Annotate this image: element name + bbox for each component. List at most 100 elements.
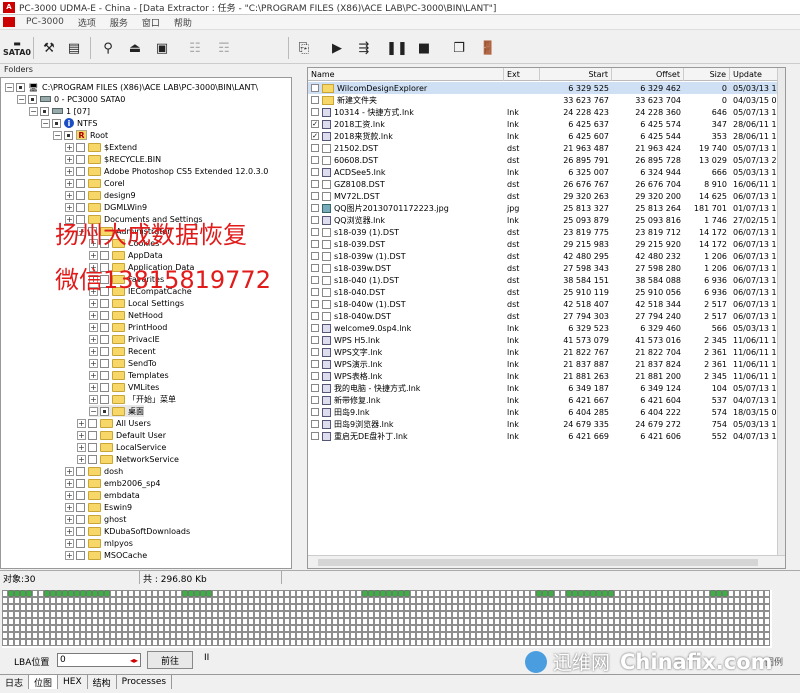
file-row[interactable]: WPS演示.lnk lnk 21 837 887 21 837 824 2 361 11/…	[308, 358, 778, 370]
tab-processes[interactable]: Processes	[117, 675, 173, 689]
lba-spin-icon[interactable]: ◂▸	[130, 656, 138, 665]
expand-toggle-icon[interactable]: +	[65, 490, 74, 500]
file-row[interactable]: QQ浏览器.lnk lnk 25 093 879 25 093 816 1 746 27/…	[308, 214, 778, 226]
file-checkbox[interactable]	[311, 384, 319, 392]
menu-item-pc3000[interactable]: PC-3000	[19, 17, 71, 27]
expand-toggle-icon[interactable]: +	[65, 538, 74, 548]
tree-checkbox[interactable]	[52, 118, 61, 128]
file-row[interactable]: ACDSee5.lnk lnk 6 325 007 6 324 944 666 05/03…	[308, 166, 778, 178]
expand-toggle-icon[interactable]: +	[89, 322, 98, 332]
file-row[interactable]: 60608.DST dst 26 895 791 26 895 728 13 029 05…	[308, 154, 778, 166]
file-row[interactable]: GZ8108.DST dst 26 676 767 26 676 704 8 910 16…	[308, 178, 778, 190]
tree-node[interactable]: + Corel	[65, 177, 125, 189]
tree-node[interactable]: + Eswin9	[65, 501, 132, 513]
expand-toggle-icon[interactable]: +	[65, 142, 74, 152]
tree-node[interactable]: + LocalService	[77, 441, 166, 453]
tree-node[interactable]: + SendTo	[89, 357, 157, 369]
lba-input[interactable]: 0 ◂▸	[57, 653, 141, 667]
file-checkbox[interactable]	[311, 204, 319, 212]
file-checkbox[interactable]	[311, 336, 319, 344]
tree-checkbox[interactable]	[100, 322, 109, 332]
folder-tree[interactable]: − 🖥 C:\PROGRAM FILES (X86)\ACE LAB\PC-3000…	[0, 77, 292, 569]
tree-checkbox[interactable]	[100, 298, 109, 308]
file-checkbox[interactable]	[311, 108, 319, 116]
column-update[interactable]: Update	[730, 68, 778, 81]
file-row[interactable]: QQ图片20130701172223.jpg jpg 25 813 327 25 81…	[308, 202, 778, 214]
tools-icon[interactable]: ⚒	[37, 36, 61, 60]
expand-toggle-icon[interactable]: +	[65, 166, 74, 176]
file-row[interactable]: 10314 - 快捷方式.lnk lnk 24 228 423 24 228 360 6…	[308, 106, 778, 118]
file-checkbox[interactable]	[311, 420, 319, 428]
file-checkbox[interactable]	[311, 348, 319, 356]
tree-node[interactable]: −1 [07]	[29, 105, 90, 117]
expand-toggle-icon[interactable]: +	[89, 310, 98, 320]
tree-node[interactable]: + $Extend	[65, 141, 137, 153]
file-row[interactable]: 田岛9.lnk lnk 6 404 285 6 404 222 574 18/03/15 …	[308, 406, 778, 418]
tree-checkbox[interactable]	[28, 94, 37, 104]
column-ext[interactable]: Ext	[504, 68, 540, 81]
tree-node[interactable]: + PrivacIE	[89, 333, 160, 345]
file-checkbox[interactable]	[311, 288, 319, 296]
file-checkbox[interactable]	[311, 240, 319, 248]
file-list[interactable]: Name Ext Start Offset Size Update Wilcom…	[307, 67, 786, 569]
file-row[interactable]: s18-039w.DST dst 27 598 343 27 598 280 1 206…	[308, 262, 778, 274]
file-checkbox[interactable]	[311, 300, 319, 308]
tree-checkbox[interactable]	[76, 202, 85, 212]
file-checkbox[interactable]	[311, 252, 319, 260]
file-row[interactable]: 我的电脑 - 快捷方式.lnk lnk 6 349 187 6 349 124 104 0…	[308, 382, 778, 394]
tree-checkbox[interactable]	[76, 178, 85, 188]
file-row[interactable]: s18-039 (1).DST dst 23 819 775 23 819 712 14…	[308, 226, 778, 238]
tree-checkbox[interactable]	[76, 166, 85, 176]
tree-checkbox[interactable]	[100, 406, 109, 416]
expand-toggle-icon[interactable]: +	[77, 442, 86, 452]
file-checkbox[interactable]	[311, 372, 319, 380]
tree-node[interactable]: + ghost	[65, 513, 126, 525]
tree-checkbox[interactable]	[76, 514, 85, 524]
tree-node[interactable]: −0 - PC3000 SATA0	[17, 93, 125, 105]
file-checkbox[interactable]: ✓	[311, 120, 319, 128]
file-row[interactable]: s18-040.DST dst 25 910 119 25 910 056 6 936 0…	[308, 286, 778, 298]
expand-toggle-icon[interactable]: +	[65, 154, 74, 164]
export-icon[interactable]: ⎘	[292, 36, 316, 60]
map-pause-button[interactable]: II	[204, 653, 209, 663]
file-row[interactable]: 新建文件夹33 623 76733 623 704004/03/15 0...	[308, 94, 778, 106]
expand-toggle-icon[interactable]: +	[65, 502, 74, 512]
exit-icon[interactable]: 🚪	[476, 36, 500, 60]
tab-log[interactable]: 日志	[0, 675, 30, 689]
binoculars-icon[interactable]: ⚲	[96, 36, 120, 60]
tree-checkbox[interactable]	[76, 550, 85, 560]
app-menu-icon[interactable]	[3, 17, 15, 27]
file-checkbox[interactable]	[311, 312, 319, 320]
file-row[interactable]: s18-039.DST dst 29 215 983 29 215 920 14 172…	[308, 238, 778, 250]
tree-node[interactable]: + Templates	[89, 369, 169, 381]
tree-node[interactable]: + DGMLWin9	[65, 201, 147, 213]
expand-toggle-icon[interactable]: +	[65, 550, 74, 560]
file-row[interactable]: WilcomDesignExplorer 6 329 525 6 329 462 0 0…	[308, 82, 778, 94]
expand-toggle-icon[interactable]: +	[65, 178, 74, 188]
tree-node[interactable]: + design9	[65, 189, 136, 201]
tree-view-icon[interactable]: ☷	[183, 36, 207, 60]
tree-checkbox[interactable]	[76, 466, 85, 476]
tree-checkbox[interactable]	[88, 418, 97, 428]
tree-node[interactable]: − i NTFS	[41, 117, 97, 129]
expand-toggle-icon[interactable]: +	[65, 478, 74, 488]
file-checkbox[interactable]	[311, 84, 319, 92]
stop-icon[interactable]: ■	[412, 36, 436, 60]
tree-checkbox[interactable]	[100, 394, 109, 404]
file-row[interactable]: s18-040w.DST dst 27 794 303 27 794 240 2 517…	[308, 310, 778, 322]
tree-node[interactable]: − 🖥 C:\PROGRAM FILES (X86)\ACE LAB\PC-3000…	[5, 81, 258, 93]
expand-toggle-icon[interactable]: −	[89, 406, 98, 416]
document-icon[interactable]: ▤	[62, 36, 86, 60]
tab-hex[interactable]: HEX	[58, 675, 88, 689]
tree-node[interactable]: + KDubaSoftDownloads	[65, 525, 190, 537]
tree-node[interactable]: + NetHood	[89, 309, 163, 321]
file-checkbox[interactable]	[311, 396, 319, 404]
tree-node[interactable]: + 「开始」菜单	[89, 393, 176, 405]
expand-toggle-icon[interactable]: +	[89, 346, 98, 356]
file-row[interactable]: s18-040w (1).DST dst 42 518 407 42 518 344 2…	[308, 298, 778, 310]
tree-checkbox[interactable]	[88, 442, 97, 452]
file-row[interactable]: ✓ 2018工资.lnk lnk 6 425 637 6 425 574 347 28/06…	[308, 118, 778, 130]
file-checkbox[interactable]	[311, 96, 319, 104]
file-row[interactable]: 21502.DST dst 21 963 487 21 963 424 19 740 05…	[308, 142, 778, 154]
expand-toggle-icon[interactable]: +	[65, 190, 74, 200]
